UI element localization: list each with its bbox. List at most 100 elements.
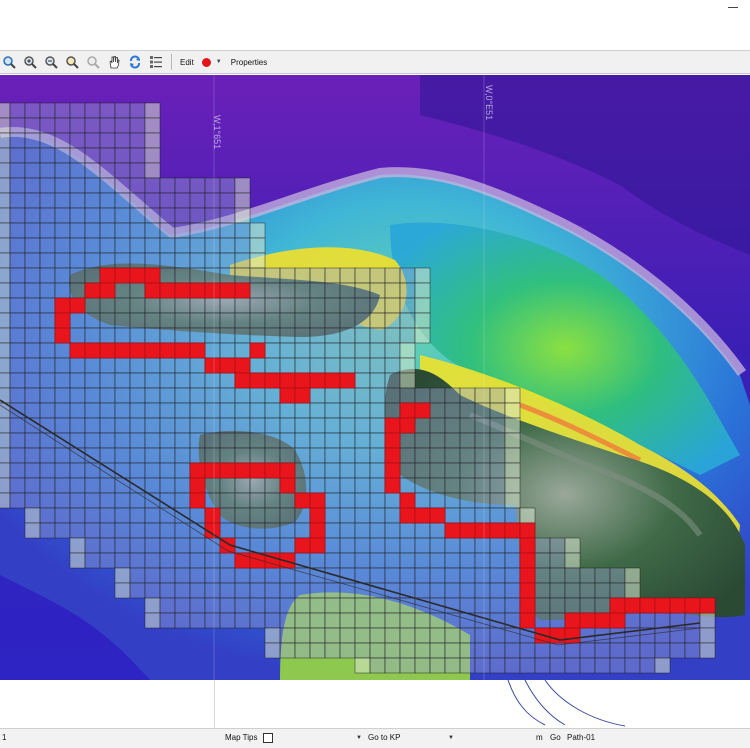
zoom-full-icon[interactable] (0, 53, 18, 71)
highlight-cell[interactable] (489, 522, 506, 539)
highlight-cell[interactable] (234, 462, 251, 479)
highlight-cell[interactable] (609, 597, 626, 614)
highlight-cell[interactable] (564, 627, 581, 644)
highlight-cell[interactable] (219, 357, 236, 374)
minimize-button[interactable] (728, 7, 738, 8)
highlight-cell[interactable] (264, 372, 281, 389)
highlight-cell[interactable] (84, 282, 101, 299)
highlight-cell[interactable] (474, 522, 491, 539)
edit-color-swatch[interactable] (201, 57, 211, 67)
highlight-cell[interactable] (699, 597, 716, 614)
highlight-cell[interactable] (249, 462, 266, 479)
highlight-cell[interactable] (399, 492, 416, 509)
highlight-cell[interactable] (504, 522, 521, 539)
highlight-cell[interactable] (54, 312, 71, 329)
highlight-cell[interactable] (249, 342, 266, 359)
highlight-cell[interactable] (414, 402, 431, 419)
refresh-icon[interactable] (126, 53, 144, 71)
go-to-kp-dropdown[interactable]: Go to KP (368, 733, 400, 742)
highlight-cell[interactable] (309, 492, 326, 509)
highlight-cell[interactable] (384, 462, 401, 479)
highlight-cell[interactable] (294, 537, 311, 554)
highlight-cell[interactable] (279, 387, 296, 404)
highlight-cell[interactable] (399, 417, 416, 434)
highlight-cell[interactable] (144, 282, 161, 299)
highlight-cell[interactable] (189, 282, 206, 299)
highlight-cell[interactable] (549, 627, 566, 644)
highlight-cell[interactable] (384, 447, 401, 464)
highlight-cell[interactable] (309, 537, 326, 554)
map-tips-checkbox[interactable] (263, 733, 273, 743)
highlight-cell[interactable] (204, 462, 221, 479)
highlight-cell[interactable] (399, 507, 416, 524)
highlight-cell[interactable] (309, 507, 326, 524)
highlight-cell[interactable] (309, 522, 326, 539)
pan-hand-icon[interactable] (105, 53, 123, 71)
highlight-cell[interactable] (669, 597, 686, 614)
highlight-cell[interactable] (219, 282, 236, 299)
highlight-cell[interactable] (129, 342, 146, 359)
highlight-cell[interactable] (204, 357, 221, 374)
go-button[interactable]: Go (550, 733, 561, 742)
highlight-cell[interactable] (189, 477, 206, 494)
highlight-cell[interactable] (99, 342, 116, 359)
highlight-cell[interactable] (594, 612, 611, 629)
highlight-cell[interactable] (519, 582, 536, 599)
highlight-cell[interactable] (519, 522, 536, 539)
highlight-cell[interactable] (444, 522, 461, 539)
zoom-out-icon[interactable] (42, 53, 60, 71)
highlight-cell[interactable] (159, 342, 176, 359)
chevron-down-icon[interactable]: ▼ (448, 735, 454, 741)
highlight-cell[interactable] (249, 372, 266, 389)
highlight-cell[interactable] (339, 372, 356, 389)
highlight-cell[interactable] (189, 342, 206, 359)
highlight-cell[interactable] (174, 282, 191, 299)
highlight-cell[interactable] (384, 417, 401, 434)
highlight-cell[interactable] (294, 492, 311, 509)
zoom-selection-icon[interactable] (63, 53, 81, 71)
highlight-cell[interactable] (279, 462, 296, 479)
highlight-cell[interactable] (279, 372, 296, 389)
highlight-cell[interactable] (174, 342, 191, 359)
highlight-cell[interactable] (414, 507, 431, 524)
highlight-cell[interactable] (384, 432, 401, 449)
highlight-cell[interactable] (234, 282, 251, 299)
highlight-cell[interactable] (324, 372, 341, 389)
highlight-cell[interactable] (309, 372, 326, 389)
zoom-in-icon[interactable] (21, 53, 39, 71)
highlight-cell[interactable] (519, 567, 536, 584)
highlight-cell[interactable] (54, 297, 71, 314)
edit-label[interactable]: Edit (178, 58, 196, 67)
highlight-cell[interactable] (69, 342, 86, 359)
highlight-cell[interactable] (384, 477, 401, 494)
highlight-cell[interactable] (279, 477, 296, 494)
highlight-cell[interactable] (144, 267, 161, 284)
highlight-cell[interactable] (84, 342, 101, 359)
highlight-cell[interactable] (519, 537, 536, 554)
path-selector[interactable]: Path-01 (567, 733, 595, 742)
highlight-cell[interactable] (294, 387, 311, 404)
highlight-cell[interactable] (519, 597, 536, 614)
highlight-cell[interactable] (189, 462, 206, 479)
highlight-cell[interactable] (144, 342, 161, 359)
highlight-cell[interactable] (294, 372, 311, 389)
highlight-cell[interactable] (684, 597, 701, 614)
highlight-cell[interactable] (204, 507, 221, 524)
chevron-down-icon[interactable]: ▼ (216, 59, 222, 65)
highlight-cell[interactable] (399, 402, 416, 419)
highlight-cell[interactable] (159, 282, 176, 299)
highlight-cell[interactable] (459, 522, 476, 539)
highlight-cell[interactable] (114, 342, 131, 359)
highlight-cell[interactable] (654, 597, 671, 614)
highlight-cell[interactable] (99, 282, 116, 299)
highlight-cell[interactable] (564, 612, 581, 629)
highlight-cell[interactable] (204, 282, 221, 299)
layer-list-icon[interactable] (147, 53, 165, 71)
highlight-cell[interactable] (429, 507, 446, 524)
highlight-cell[interactable] (69, 297, 86, 314)
properties-button[interactable]: Properties (229, 58, 269, 67)
highlight-cell[interactable] (264, 462, 281, 479)
highlight-cell[interactable] (579, 612, 596, 629)
highlight-cell[interactable] (234, 372, 251, 389)
highlight-cell[interactable] (639, 597, 656, 614)
